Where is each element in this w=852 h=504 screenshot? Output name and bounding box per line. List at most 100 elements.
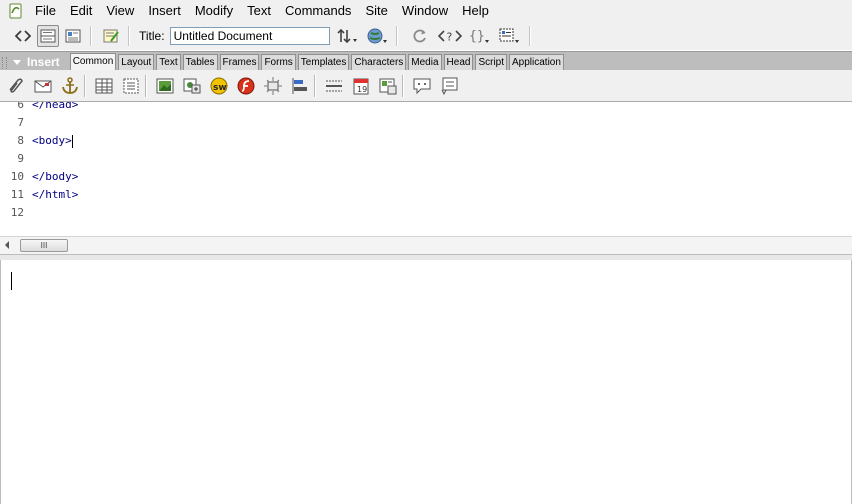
- scroll-left-arrow-icon[interactable]: [5, 241, 9, 249]
- insert-flash-swf-button[interactable]: [235, 75, 257, 97]
- visual-aids-icon: [499, 28, 519, 43]
- code-line: 7: [0, 116, 852, 134]
- tab-layout[interactable]: Layout: [118, 54, 155, 71]
- design-view[interactable]: [0, 260, 852, 504]
- menu-insert[interactable]: Insert: [141, 0, 188, 22]
- tab-frames[interactable]: Frames: [219, 54, 260, 71]
- tab-script[interactable]: Script: [475, 54, 507, 71]
- toolbar-separator: [402, 74, 403, 97]
- image-icon: [156, 78, 174, 93]
- menu-file[interactable]: File: [28, 0, 63, 22]
- menu-window[interactable]: Window: [395, 0, 455, 22]
- code-navigator-button[interactable]: ?: [437, 25, 463, 47]
- horizontal-scrollbar[interactable]: III: [0, 236, 852, 254]
- title-label: Title:: [139, 29, 165, 43]
- live-view-button[interactable]: [100, 25, 122, 47]
- insert-hyperlink-button[interactable]: [5, 75, 27, 97]
- div-tag-icon: [123, 78, 139, 93]
- svg-text:sw: sw: [213, 83, 227, 93]
- code-view-button[interactable]: [12, 25, 34, 47]
- anchor-icon: [62, 76, 78, 94]
- document-toolbar: Title: ? {}: [0, 22, 852, 50]
- menu-site[interactable]: Site: [358, 0, 394, 22]
- code-line: 11 </html>: [0, 188, 852, 206]
- tab-characters[interactable]: Characters: [351, 54, 407, 71]
- calendar-icon: 19: [353, 78, 369, 94]
- split-view-icon: [40, 29, 56, 43]
- hyperlink-icon: [9, 77, 23, 93]
- line-number: 9: [17, 152, 24, 165]
- insert-div-tag-button[interactable]: [120, 75, 142, 97]
- insert-flash-button[interactable]: sw: [208, 75, 230, 97]
- collapse-triangle-icon: [13, 59, 21, 65]
- code-line: 9: [0, 152, 852, 170]
- tab-media[interactable]: Media: [408, 54, 442, 71]
- code-text: <body>: [32, 134, 72, 147]
- split-view-button[interactable]: [37, 25, 59, 47]
- toolbar-separator: [395, 26, 397, 46]
- file-management-button[interactable]: [334, 25, 360, 47]
- toolbar-separator: [90, 26, 91, 46]
- code-line: 12: [0, 206, 852, 224]
- design-view-button[interactable]: [62, 25, 84, 47]
- line-number: 6: [17, 102, 24, 111]
- tab-common[interactable]: Common: [69, 53, 117, 71]
- line-number: 10: [10, 170, 24, 183]
- code-navigator-icon: ?: [437, 30, 462, 44]
- line-number: 7: [17, 116, 24, 129]
- tag-chooser-icon: [441, 77, 458, 95]
- scrollbar-thumb[interactable]: III: [20, 239, 68, 252]
- insert-widget-button[interactable]: [262, 75, 284, 97]
- shockwave-icon: sw: [210, 77, 228, 94]
- curly-braces-icon: {}: [469, 29, 489, 44]
- code-hints-button[interactable]: {}: [467, 25, 493, 47]
- menu-help[interactable]: Help: [455, 0, 496, 22]
- insert-tag-button[interactable]: [438, 75, 460, 97]
- panel-gripper[interactable]: [2, 57, 7, 71]
- tab-templates[interactable]: Templates: [297, 54, 350, 71]
- code-text: </head>: [32, 102, 79, 111]
- insert-media-button[interactable]: [181, 75, 203, 97]
- insert-comment-button[interactable]: [323, 75, 345, 97]
- insert-image-button[interactable]: [154, 75, 176, 97]
- line-number: 12: [10, 206, 24, 219]
- tab-forms[interactable]: Forms: [261, 54, 296, 71]
- menu-edit[interactable]: Edit: [63, 0, 99, 22]
- code-line: 6 </head>: [0, 102, 852, 116]
- insert-date-button[interactable]: 19: [350, 75, 372, 97]
- file-transfer-icon: [336, 28, 357, 44]
- code-text-with-cursor: <body>: [32, 134, 73, 148]
- validate-icon: [103, 29, 119, 43]
- line-number: 8: [17, 134, 24, 147]
- insert-template-button[interactable]: [289, 75, 311, 97]
- design-view-icon: [65, 29, 81, 43]
- menu-commands[interactable]: Commands: [278, 0, 358, 22]
- insert-named-anchor-button[interactable]: [59, 75, 81, 97]
- dreamweaver-app-icon[interactable]: [8, 3, 22, 19]
- menu-modify[interactable]: Modify: [188, 0, 240, 22]
- insert-panel-toggle[interactable]: Insert: [13, 53, 60, 71]
- tab-tables[interactable]: Tables: [182, 54, 218, 71]
- toolbar-separator: [84, 74, 85, 97]
- code-view[interactable]: 6 </head> 7 8 <body> 9 10 </body> 11 </h…: [0, 102, 852, 236]
- insert-table-button[interactable]: [93, 75, 115, 97]
- tab-head[interactable]: Head: [443, 54, 474, 71]
- globe-icon: [367, 28, 387, 44]
- insert-tag-chooser-button[interactable]: [411, 75, 433, 97]
- toolbar-separator: [314, 74, 315, 97]
- tab-application[interactable]: Application: [509, 54, 564, 71]
- preview-browser-button[interactable]: [364, 25, 390, 47]
- tab-text[interactable]: Text: [156, 54, 181, 71]
- insert-email-link-button[interactable]: [32, 75, 54, 97]
- refresh-icon: [413, 29, 426, 43]
- horizontal-rule-icon: [326, 80, 342, 91]
- insert-server-side-include-button[interactable]: [377, 75, 399, 97]
- refresh-button[interactable]: [407, 25, 433, 47]
- visual-aids-button[interactable]: [497, 25, 523, 47]
- menu-text[interactable]: Text: [240, 0, 278, 22]
- insert-common-toolbar: sw 19: [0, 70, 852, 102]
- document-title-input[interactable]: [169, 27, 330, 45]
- line-number: 11: [10, 188, 24, 201]
- menu-view[interactable]: View: [99, 0, 141, 22]
- flash-icon: [237, 77, 255, 94]
